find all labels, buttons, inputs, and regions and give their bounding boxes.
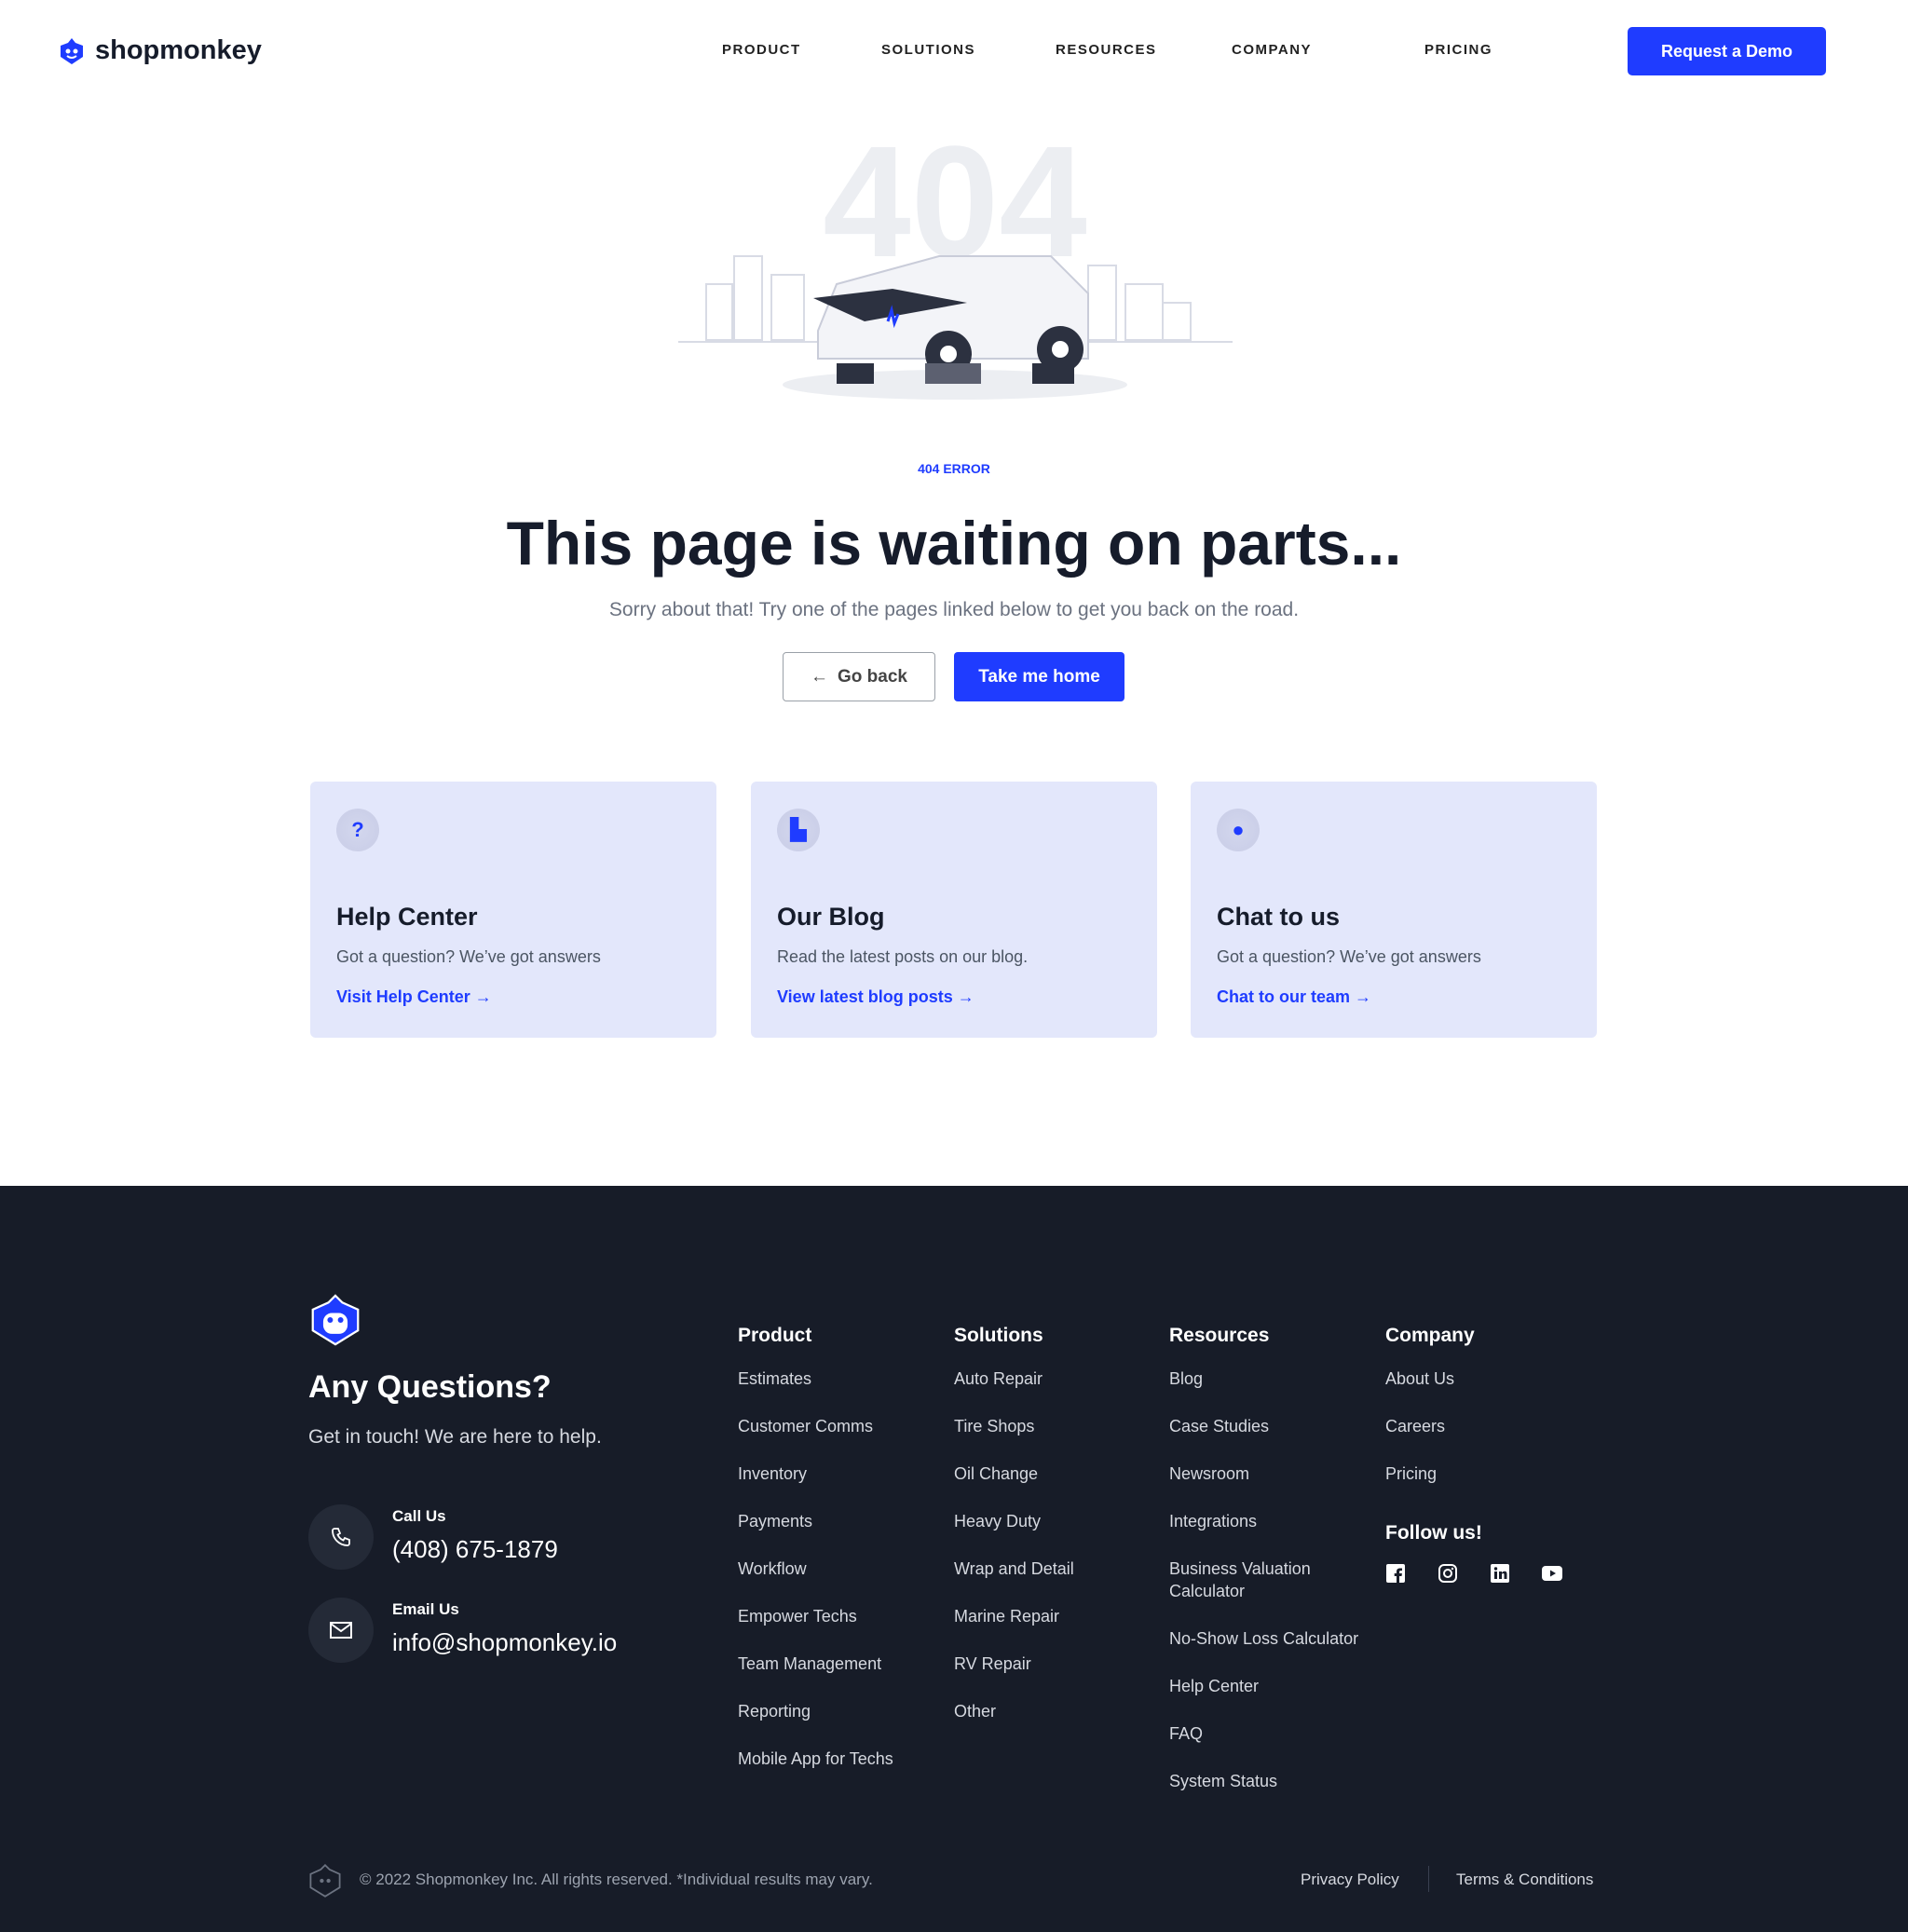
go-back-button[interactable]: ← Go back (783, 652, 935, 701)
footer-link[interactable]: Tire Shops (954, 1415, 1164, 1437)
footer-link[interactable]: Pricing (1385, 1463, 1595, 1485)
footer: Any Questions? Get in touch! We are here… (0, 1186, 1908, 1932)
footer-column-resources: Resources Blog Case Studies Newsroom Int… (1169, 1325, 1379, 1817)
footer-link[interactable]: Case Studies (1169, 1415, 1379, 1437)
footer-link[interactable]: Empower Techs (738, 1605, 947, 1627)
footer-column-product: Product Estimates Customer Comms Invento… (738, 1325, 947, 1795)
nav-product[interactable]: PRODUCT (722, 42, 801, 58)
nav-pricing[interactable]: PRICING (1424, 42, 1492, 58)
monkey-logo-icon (61, 37, 83, 64)
footer-link[interactable]: Business Valuation Calculator (1169, 1558, 1328, 1602)
nav-resources[interactable]: RESOURCES (1056, 42, 1157, 58)
column-title: Solutions (954, 1325, 1043, 1346)
chat-icon: ● (1217, 809, 1260, 851)
footer-link[interactable]: FAQ (1169, 1722, 1379, 1745)
go-back-label: Go back (838, 666, 907, 687)
card-text: Got a question? We’ve got answers (336, 947, 601, 966)
question-icon: ? (336, 809, 379, 851)
column-title: Resources (1169, 1325, 1270, 1346)
footer-link[interactable]: Estimates (738, 1367, 947, 1390)
broken-car-illustration: 404 (678, 135, 1233, 400)
error-eyebrow: 404 ERROR (918, 461, 990, 476)
email-address[interactable]: info@shopmonkey.io (392, 1628, 617, 1657)
footer-link[interactable]: Customer Comms (738, 1415, 947, 1437)
mail-icon (308, 1598, 374, 1663)
follow-us-title: Follow us! (1385, 1522, 1482, 1544)
brand-name: shopmonkey (95, 35, 262, 65)
nav-solutions[interactable]: SOLUTIONS (881, 42, 975, 58)
footer-link[interactable]: Newsroom (1169, 1463, 1379, 1485)
footer-link[interactable]: Wrap and Detail (954, 1558, 1164, 1580)
terms-link[interactable]: Terms & Conditions (1456, 1871, 1593, 1889)
linkedin-icon[interactable] (1490, 1563, 1510, 1584)
footer-column-company: Company About Us Careers Pricing Follow … (1385, 1325, 1595, 1584)
footer-link[interactable]: Inventory (738, 1463, 947, 1485)
card-title: Chat to us (1217, 903, 1340, 931)
footer-link[interactable]: Integrations (1169, 1510, 1379, 1532)
privacy-policy-link[interactable]: Privacy Policy (1301, 1871, 1399, 1889)
footer-monkey-logo-icon (311, 1294, 360, 1346)
phone-number[interactable]: (408) 675-1879 (392, 1535, 558, 1564)
chat-to-team-link[interactable]: Chat to our team → (1217, 987, 1371, 1007)
page-title: This page is waiting on parts... (506, 509, 1402, 578)
footer-link[interactable]: Payments (738, 1510, 947, 1532)
footer-link[interactable]: Mobile App for Techs (738, 1748, 947, 1770)
call-us-label: Call Us (392, 1507, 446, 1525)
brand-logo[interactable]: shopmonkey (58, 35, 262, 66)
footer-link[interactable]: Blog (1169, 1367, 1379, 1390)
social-links (1385, 1563, 1595, 1584)
card-title: Our Blog (777, 903, 885, 931)
footer-link[interactable]: Help Center (1169, 1675, 1379, 1697)
youtube-icon[interactable] (1542, 1563, 1562, 1584)
column-title: Product (738, 1325, 812, 1346)
card-title: Help Center (336, 903, 478, 931)
footer-link[interactable]: RV Repair (954, 1653, 1164, 1675)
view-blog-posts-link[interactable]: View latest blog posts → (777, 987, 974, 1007)
blog-card: ▙ Our Blog Read the latest posts on our … (751, 782, 1157, 1038)
footer-link[interactable]: Reporting (738, 1700, 947, 1722)
phone-icon (308, 1504, 374, 1570)
instagram-icon[interactable] (1438, 1563, 1458, 1584)
card-text: Read the latest posts on our blog. (777, 947, 1029, 966)
footer-link[interactable]: Oil Change (954, 1463, 1164, 1485)
footer-link[interactable]: Team Management (738, 1653, 947, 1675)
footer-small-monkey-icon (309, 1864, 341, 1898)
footer-link[interactable]: No-Show Loss Calculator (1169, 1627, 1379, 1650)
chat-card: ● Chat to us Got a question? We’ve got a… (1191, 782, 1597, 1038)
footer-subtitle: Get in touch! We are here to help. (308, 1426, 602, 1448)
footer-column-solutions: Solutions Auto Repair Tire Shops Oil Cha… (954, 1325, 1164, 1748)
footer-title: Any Questions? (308, 1369, 552, 1405)
column-title: Company (1385, 1325, 1475, 1346)
footer-link[interactable]: Heavy Duty (954, 1510, 1164, 1532)
copyright: © 2022 Shopmonkey Inc. All rights reserv… (360, 1871, 873, 1888)
help-center-card: ? Help Center Got a question? We’ve got … (310, 782, 716, 1038)
footer-link[interactable]: Careers (1385, 1415, 1595, 1437)
card-text: Got a question? We’ve got answers (1217, 947, 1481, 966)
footer-link[interactable]: System Status (1169, 1770, 1379, 1792)
blog-icon: ▙ (777, 809, 820, 851)
footer-link[interactable]: Other (954, 1700, 1164, 1722)
footer-link[interactable]: Marine Repair (954, 1605, 1164, 1627)
visit-help-center-link[interactable]: Visit Help Center → (336, 987, 492, 1007)
page-subtitle: Sorry about that! Try one of the pages l… (608, 599, 1300, 620)
nav-company[interactable]: COMPANY (1232, 42, 1312, 58)
footer-link[interactable]: Auto Repair (954, 1367, 1164, 1390)
divider (1428, 1866, 1429, 1892)
footer-link[interactable]: About Us (1385, 1367, 1595, 1390)
footer-link[interactable]: Workflow (738, 1558, 947, 1580)
request-demo-button[interactable]: Request a Demo (1628, 27, 1826, 75)
email-us-label: Email Us (392, 1600, 459, 1618)
arrow-left-icon: ← (811, 666, 828, 687)
facebook-icon[interactable] (1385, 1563, 1406, 1584)
take-me-home-button[interactable]: Take me home (954, 652, 1124, 701)
